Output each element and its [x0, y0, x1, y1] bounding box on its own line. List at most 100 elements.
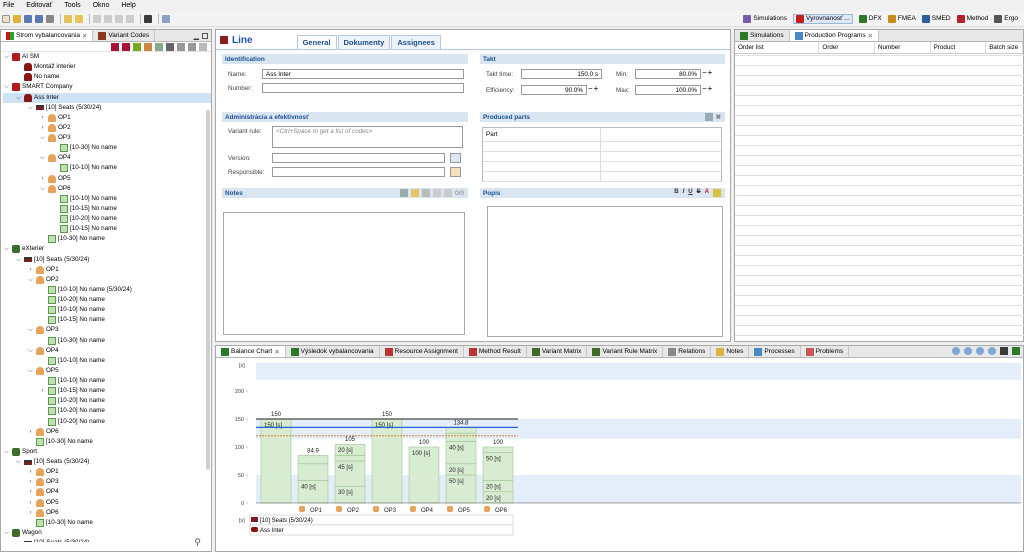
tree-node[interactable]: [10-10] No name	[3, 194, 211, 204]
tab-method-result[interactable]: Method Result	[464, 346, 527, 357]
expand-icon[interactable]	[188, 43, 196, 51]
expand-toggle-icon[interactable]: ›	[27, 508, 34, 518]
expand-toggle-icon[interactable]: ⌵	[15, 255, 22, 265]
add-line-icon[interactable]	[133, 43, 141, 51]
expand-toggle-icon[interactable]: ›	[27, 467, 34, 477]
efficiency-field[interactable]: 90.0%	[521, 85, 587, 95]
tab-balance-chart[interactable]: Balance Chart ✕	[216, 346, 286, 357]
expand-toggle-icon[interactable]: ⌵	[39, 184, 46, 194]
tree-node[interactable]: ⌵ [10] Seats (5/30/24)	[3, 457, 211, 467]
tab-v-sledok-vybalancovania[interactable]: Výsledok vybalancovania	[286, 346, 380, 357]
expand-toggle-icon[interactable]: ⌵	[15, 457, 22, 467]
tab-resource-assignment[interactable]: Resource Assignment	[380, 346, 464, 357]
expand-toggle-icon[interactable]: ›	[27, 477, 34, 487]
tree-node[interactable]: [10-30] No name	[3, 336, 211, 346]
perspective-button[interactable]: FMEA	[887, 14, 916, 24]
name-field[interactable]: Ass Inter	[262, 69, 464, 79]
cut-icon[interactable]	[93, 14, 101, 23]
tree-node[interactable]: ⌵ OP5	[3, 366, 211, 376]
efficiency-stepper[interactable]: −+	[588, 84, 599, 93]
column-header[interactable]: Order list	[735, 42, 820, 53]
search-icon[interactable]: ⚲	[194, 537, 201, 548]
tree-node[interactable]: [10-30] No name	[3, 437, 211, 447]
add-product-icon[interactable]	[122, 43, 130, 51]
column-header[interactable]: Batch size	[986, 42, 1023, 53]
edit-note-icon[interactable]	[400, 189, 409, 197]
tree-node[interactable]: ⌵ OP6	[3, 184, 211, 194]
tree-node[interactable]: › OP5	[3, 174, 211, 184]
takt-time-field[interactable]: 150.0 s	[521, 69, 602, 79]
settings-icon[interactable]	[1012, 347, 1020, 355]
new-file-icon[interactable]	[2, 14, 10, 23]
tree-node[interactable]: ⌵ [10] Seats (5/30/24)	[3, 538, 211, 542]
column-header[interactable]: Product	[931, 42, 987, 53]
menu-item[interactable]: Help	[121, 2, 135, 9]
add-company-icon[interactable]	[111, 43, 119, 51]
minimize-icon[interactable]: ▁	[194, 32, 199, 40]
tree-node[interactable]: [10-10] No name (5/30/24)	[3, 285, 211, 295]
variant-rule-field[interactable]: <Ctrl+Space to get a list of codes>	[272, 126, 463, 148]
perspective-button[interactable]: SMED	[921, 14, 951, 24]
tree-node[interactable]: No name	[3, 72, 211, 82]
tab-simulations[interactable]: Simulations	[735, 30, 790, 41]
expand-toggle-icon[interactable]: ›	[39, 113, 46, 123]
tree-node[interactable]: ⌵ Wagon	[3, 528, 211, 538]
zoom-out-icon[interactable]	[964, 347, 972, 355]
column-header[interactable]: Order	[819, 42, 875, 53]
tree-node[interactable]: › [10-15] No name	[3, 386, 211, 396]
tree-node[interactable]: › OP1	[3, 265, 211, 275]
expand-toggle-icon[interactable]: ›	[27, 265, 34, 275]
tab-variant-rule-matrix[interactable]: Variant Rule Matrix	[587, 346, 664, 357]
expand-toggle-icon[interactable]: ›	[39, 386, 46, 396]
tree-node[interactable]: › OP1	[3, 113, 211, 123]
expand-toggle-icon[interactable]: ⌵	[27, 325, 34, 335]
expand-toggle-icon[interactable]: ⌵	[15, 538, 22, 542]
export-icon[interactable]	[1000, 347, 1008, 355]
tree-node[interactable]: ⌵ SMART Company	[3, 82, 211, 92]
tab-relations[interactable]: Relations	[663, 346, 712, 357]
tree-node[interactable]: [10-20] No name	[3, 406, 211, 416]
menu-item[interactable]: Okno	[93, 2, 110, 9]
number-field[interactable]	[262, 83, 464, 93]
tab-problems[interactable]: Problems	[801, 346, 850, 357]
tree-node[interactable]: › OP1	[3, 467, 211, 477]
expand-toggle-icon[interactable]: ›	[39, 123, 46, 133]
expand-toggle-icon[interactable]: ›	[27, 427, 34, 437]
expand-toggle-icon[interactable]: ›	[27, 487, 34, 497]
strike-button[interactable]: S	[697, 189, 701, 197]
menu-item[interactable]: Editovať	[26, 2, 52, 9]
add-step-icon[interactable]	[155, 43, 163, 51]
tree-node[interactable]: [10-15] No name	[3, 315, 211, 325]
tree-node[interactable]: [10-20] No name	[3, 214, 211, 224]
expand-toggle-icon[interactable]: ⌵	[39, 153, 46, 163]
add-note-icon[interactable]	[411, 189, 420, 197]
tree-node[interactable]: › OP3	[3, 477, 211, 487]
tree-node[interactable]: [10-30] No name	[3, 234, 211, 244]
max-stepper[interactable]: −+	[702, 84, 713, 93]
undo-icon[interactable]	[64, 14, 72, 23]
tree-node[interactable]: [10-30] No name	[3, 518, 211, 528]
tools-icon[interactable]	[162, 14, 170, 23]
tree-node[interactable]: [10-15] No name	[3, 204, 211, 214]
tree-node[interactable]: ⌵ AI SM	[3, 52, 211, 62]
menu-item[interactable]: File	[3, 2, 14, 9]
tree-node[interactable]: ⌵ [10] Seats (5/30/24)	[3, 255, 211, 265]
tree-node[interactable]: Montáž interier	[3, 62, 211, 72]
close-icon[interactable]: ✕	[274, 348, 279, 356]
view-menu-icon[interactable]	[199, 43, 207, 51]
tree-scrollbar[interactable]	[206, 110, 210, 470]
tab-dokumenty[interactable]: Dokumenty	[337, 35, 391, 49]
tree-node[interactable]: › OP6	[3, 508, 211, 518]
highlight-icon[interactable]	[713, 189, 721, 197]
filter-icon[interactable]	[166, 43, 174, 51]
expand-toggle-icon[interactable]: ⌵	[27, 103, 34, 113]
menu-item[interactable]: Tools	[64, 2, 80, 9]
tree-node[interactable]: [10-10] No name	[3, 356, 211, 366]
add-operation-icon[interactable]	[144, 43, 152, 51]
expand-toggle-icon[interactable]: ⌵	[39, 133, 46, 143]
tree-node[interactable]: [10-10] No name	[3, 163, 211, 173]
calendar-icon[interactable]	[450, 153, 461, 163]
popis-textarea[interactable]	[487, 206, 723, 337]
tab-assignees[interactable]: Assignees	[391, 35, 441, 49]
tab-processes[interactable]: Processes	[749, 346, 801, 357]
